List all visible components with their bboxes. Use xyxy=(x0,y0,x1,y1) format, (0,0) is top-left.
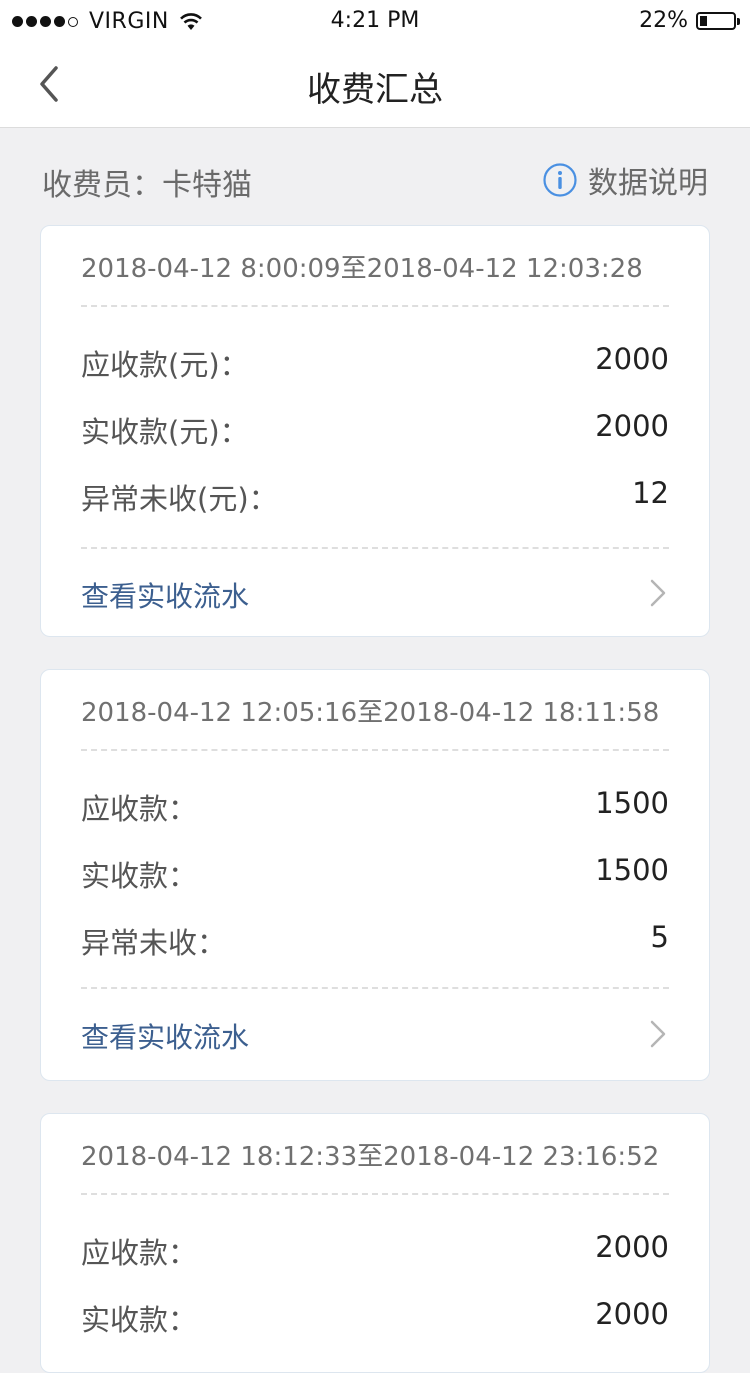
divider xyxy=(81,305,669,307)
view-received-flow-link[interactable]: 查看实收流水 xyxy=(81,1012,669,1062)
view-received-flow-label: 查看实收流水 xyxy=(81,580,250,613)
abnormal-label: 异常未收： xyxy=(81,926,227,960)
received-row: 实收款： 2000 xyxy=(81,1297,669,1337)
summary-card: 2018-04-12 8:00:09至2018-04-12 12:03:28 应… xyxy=(40,225,710,637)
period-range: 2018-04-12 18:12:33至2018-04-12 23:16:52 xyxy=(81,1142,660,1172)
nav-bar: 收费汇总 xyxy=(0,40,750,128)
battery-percent: 22% xyxy=(639,8,688,33)
received-value: 2000 xyxy=(595,1297,669,1331)
receivable-row: 应收款(元)： 2000 xyxy=(81,342,669,382)
receivable-label: 应收款： xyxy=(81,792,198,826)
abnormal-row: 异常未收： 5 xyxy=(81,920,669,960)
receivable-label: 应收款： xyxy=(81,1236,198,1270)
summary-card: 2018-04-12 18:12:33至2018-04-12 23:16:52 … xyxy=(40,1113,710,1373)
abnormal-row: 异常未收(元)： 12 xyxy=(81,476,669,516)
receivable-value: 1500 xyxy=(595,786,669,820)
received-row: 实收款(元)： 2000 xyxy=(81,409,669,449)
abnormal-value: 12 xyxy=(632,476,669,510)
period-range: 2018-04-12 8:00:09至2018-04-12 12:03:28 xyxy=(81,254,643,284)
chevron-right-icon xyxy=(650,1020,666,1048)
status-bar: VIRGIN 4:21 PM 22% xyxy=(0,0,750,40)
abnormal-label: 异常未收(元)： xyxy=(81,482,278,516)
period-range: 2018-04-12 12:05:16至2018-04-12 18:11:58 xyxy=(81,698,660,728)
data-explain-button[interactable]: 数据说明 xyxy=(542,158,708,202)
info-circle-icon xyxy=(543,163,577,197)
received-label: 实收款： xyxy=(81,859,198,893)
page-title: 收费汇总 xyxy=(307,70,443,110)
view-received-flow-label: 查看实收流水 xyxy=(81,1021,250,1054)
receivable-value: 2000 xyxy=(595,342,669,376)
battery-fill xyxy=(700,15,707,26)
receivable-row: 应收款： 2000 xyxy=(81,1230,669,1270)
battery-icon xyxy=(696,11,740,30)
view-received-flow-link[interactable]: 查看实收流水 xyxy=(81,571,669,621)
received-label: 实收款： xyxy=(81,1303,198,1337)
received-value: 2000 xyxy=(595,409,669,443)
receivable-label: 应收款(元)： xyxy=(81,348,249,382)
receivable-row: 应收款： 1500 xyxy=(81,786,669,826)
abnormal-value: 5 xyxy=(650,920,669,954)
data-explain-label: 数据说明 xyxy=(588,166,708,201)
divider xyxy=(81,547,669,549)
cashier-label: 收费员：卡特猫 xyxy=(42,168,252,203)
receivable-value: 2000 xyxy=(595,1230,669,1264)
battery-status: 22% xyxy=(639,8,740,33)
status-time: 4:21 PM xyxy=(330,8,420,33)
received-label: 实收款(元)： xyxy=(81,415,249,449)
divider xyxy=(81,987,669,989)
received-value: 1500 xyxy=(595,853,669,887)
divider xyxy=(81,749,669,751)
info-bar: 收费员：卡特猫 数据说明 xyxy=(0,150,750,214)
chevron-right-icon xyxy=(650,579,666,607)
divider xyxy=(81,1193,669,1195)
summary-card: 2018-04-12 12:05:16至2018-04-12 18:11:58 … xyxy=(40,669,710,1081)
received-row: 实收款： 1500 xyxy=(81,853,669,893)
